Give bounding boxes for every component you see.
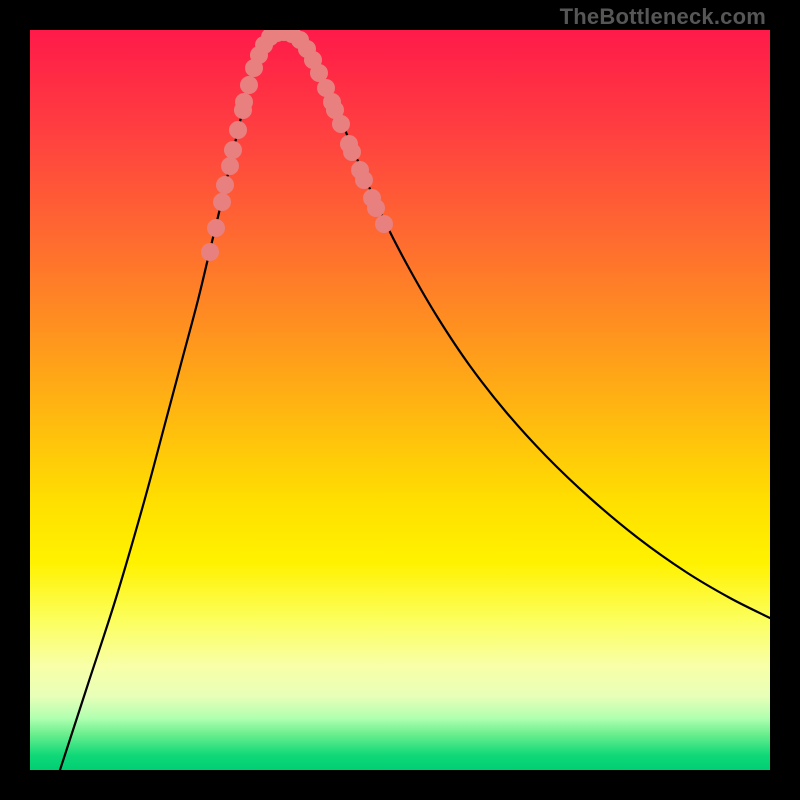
curve-marker (229, 121, 247, 139)
curve-marker (355, 171, 373, 189)
curve-marker (240, 76, 258, 94)
chart-svg (30, 30, 770, 770)
chart-frame: { "watermark": "TheBottleneck.com", "col… (0, 0, 800, 800)
curve-marker (201, 243, 219, 261)
curve-marker (221, 157, 239, 175)
curve-marker (332, 115, 350, 133)
bottleneck-curve (60, 31, 770, 770)
curve-marker (235, 93, 253, 111)
curve-marker (216, 176, 234, 194)
curve-markers (201, 30, 393, 261)
curve-marker (375, 215, 393, 233)
curve-marker (207, 219, 225, 237)
curve-marker (367, 199, 385, 217)
plot-area (30, 30, 770, 770)
curve-marker (213, 193, 231, 211)
curve-marker (224, 141, 242, 159)
curve-marker (343, 143, 361, 161)
watermark-text: TheBottleneck.com (560, 4, 766, 30)
